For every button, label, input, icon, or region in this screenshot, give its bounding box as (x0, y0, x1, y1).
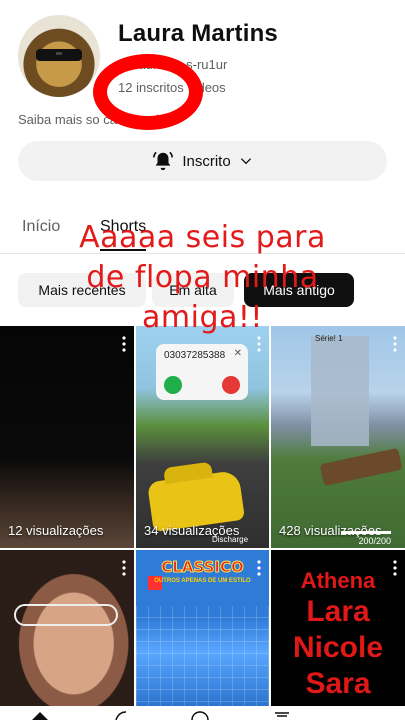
more-options-icon[interactable] (122, 336, 126, 352)
chip-mais-recentes[interactable]: Mais recentes (18, 273, 146, 307)
name-line: Athena (300, 568, 376, 593)
game-block (311, 336, 369, 446)
home-icon[interactable] (30, 710, 50, 720)
more-options-icon[interactable] (393, 560, 397, 576)
thumbnail-title: CLASSICO (161, 558, 244, 577)
short-thumbnail[interactable]: 12 visualizações (0, 326, 134, 548)
health-text: 200/200 (358, 536, 391, 546)
game-hud-text: Série! 1 (315, 334, 343, 343)
name-line: Sara (305, 667, 371, 701)
tab-inicio[interactable]: Início (22, 218, 60, 236)
sunglasses-decoration (36, 49, 82, 61)
subscribed-button[interactable]: Inscrito (18, 141, 387, 181)
channel-about-link[interactable]: Saiba mais so canal mais (18, 112, 165, 127)
name-line: Lara (306, 595, 370, 629)
chevron-down-icon (240, 158, 251, 165)
more-options-icon[interactable] (257, 336, 261, 352)
more-options-icon[interactable] (393, 336, 397, 352)
name-line: Nicole (292, 631, 384, 665)
shorts-icon[interactable] (110, 710, 130, 720)
short-thumbnail[interactable]: Série! 1 428 visualizações 200/200 (271, 326, 405, 548)
short-thumbnail[interactable]: Athena Lara Nicole Sara (271, 550, 405, 720)
create-icon[interactable] (190, 710, 210, 720)
thumbnail-subtitle: OUTROS APENAS DE UM ESTILO (154, 578, 251, 584)
channel-avatar[interactable] (18, 15, 100, 97)
reject-call-icon (222, 376, 240, 394)
chip-mais-antigo[interactable]: Mais antigo (244, 273, 354, 307)
short-thumbnail[interactable] (0, 550, 134, 720)
more-options-icon[interactable] (122, 560, 126, 576)
more-options-icon[interactable] (257, 560, 261, 576)
subscriptions-icon[interactable] (272, 710, 292, 720)
short-views: 12 visualizações (8, 523, 104, 538)
health-bar (341, 531, 391, 534)
shorts-grid: 12 visualizações 03037285388 ✕ 34 visual… (0, 326, 405, 720)
subscribed-label: Inscrito (182, 152, 231, 170)
chip-em-alta[interactable]: Em alta (152, 273, 234, 307)
tab-shorts[interactable]: Shorts (100, 218, 147, 251)
channel-tabs: Início Shorts (0, 210, 405, 254)
short-thumbnail[interactable]: 03037285388 ✕ 34 visualizações Discharge (136, 326, 269, 548)
channel-name: Laura Martins (118, 20, 278, 47)
accept-call-icon (164, 376, 182, 394)
channel-stats: 12 inscritos vídeos (118, 80, 226, 95)
glasses-decoration (14, 604, 118, 626)
channel-handle: @LauraMa s-ru1ur (118, 57, 228, 72)
game-weapon-image (319, 447, 403, 487)
close-icon: ✕ (233, 348, 242, 359)
game-hud-text: Discharge (212, 535, 249, 544)
bottom-navigation (0, 706, 405, 720)
thumbnail-names: Athena Lara Nicole Sara (271, 568, 405, 702)
incoming-call-popup: 03037285388 ✕ (156, 344, 248, 400)
short-thumbnail[interactable]: CLASSICO OUTROS APENAS DE UM ESTILO (136, 550, 269, 720)
block-wall-image (136, 606, 269, 720)
call-number: 03037285388 (164, 350, 226, 361)
bell-icon (153, 151, 174, 171)
